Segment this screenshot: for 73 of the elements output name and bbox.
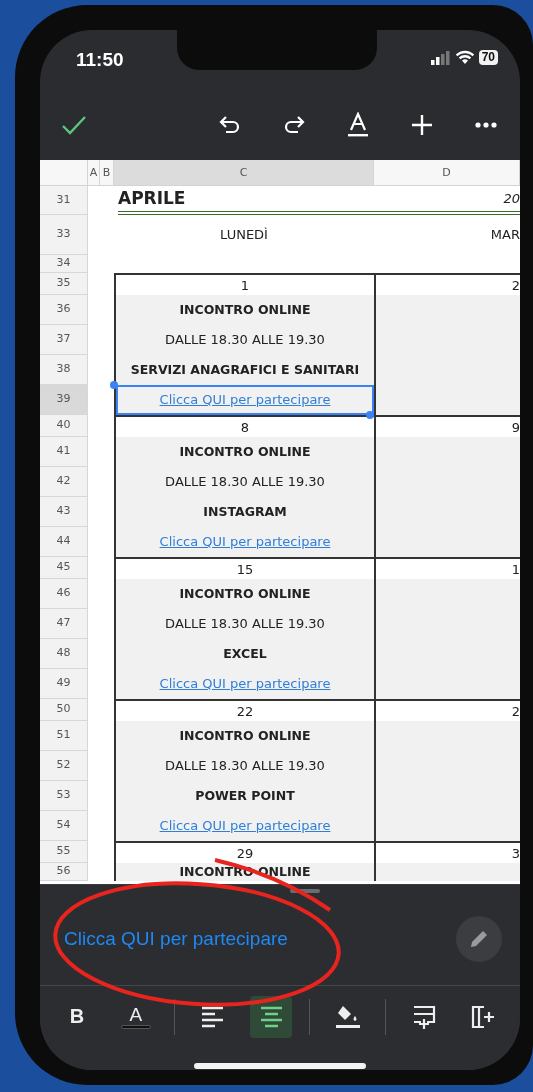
link-cell[interactable]: Clicca QUI per partecipare (114, 811, 374, 841)
link-cell[interactable]: Clicca QUI per partecipare (114, 669, 374, 699)
text-color-button[interactable]: A (114, 995, 157, 1038)
table-cell: 15 (114, 557, 374, 579)
table-cell: 22 (114, 699, 374, 721)
table-cell: DALLE 18.30 ALLE 19.30 (114, 609, 374, 639)
row-number[interactable]: 49 (40, 669, 88, 699)
column-header[interactable]: D (374, 160, 520, 185)
row-number[interactable]: 42 (40, 467, 88, 497)
row-number[interactable]: 40 (40, 415, 88, 437)
row-number[interactable]: 44 (40, 527, 88, 557)
table-cell: DALLE 18.30 ALLE 19.30 (114, 325, 374, 355)
row-number[interactable]: 56 (40, 863, 88, 881)
table-cell: 1 (114, 273, 374, 295)
row-number[interactable]: 36 (40, 295, 88, 325)
column-header[interactable]: C (114, 160, 374, 185)
row-number[interactable]: 31 (40, 186, 88, 215)
row-number[interactable]: 47 (40, 609, 88, 639)
table-cell: POWER POINT (114, 781, 374, 811)
table-cell: 8 (114, 415, 374, 437)
table-cell-text: MAR (489, 226, 520, 244)
row-number[interactable]: 34 (40, 255, 88, 273)
align-center-button[interactable] (250, 995, 293, 1038)
row-number[interactable]: 38 (40, 355, 88, 385)
row-number[interactable]: 37 (40, 325, 88, 355)
drag-handle[interactable] (290, 889, 320, 893)
row-number[interactable]: 43 (40, 497, 88, 527)
wifi-icon (454, 50, 475, 65)
table-cell: 2 (374, 273, 520, 295)
table-cell: INCONTRO ONLINE (114, 721, 374, 751)
table-cell: EXCEL (114, 639, 374, 669)
column-header[interactable]: A (88, 160, 100, 185)
table-cell: SERVIZI ANAGRAFICI E SANITARI (114, 355, 374, 385)
row-number[interactable]: 46 (40, 579, 88, 609)
row-number[interactable]: 33 (40, 215, 88, 255)
signal-icon (430, 50, 451, 65)
table-cell: 29 (114, 841, 374, 863)
row-number[interactable]: 55 (40, 841, 88, 863)
link-cell[interactable]: Clicca QUI per partecipare (114, 385, 374, 415)
table-cell: 2 (374, 699, 520, 721)
selection-handle[interactable] (366, 411, 374, 419)
link-cell[interactable]: Clicca QUI per partecipare (114, 527, 374, 557)
table-cell: INCONTRO ONLINE (114, 437, 374, 467)
status-time: 11:50 (76, 49, 124, 71)
row-number[interactable]: 41 (40, 437, 88, 467)
row-number[interactable]: 45 (40, 557, 88, 579)
cell-editor-text[interactable]: Clicca QUI per partecipare (64, 924, 288, 954)
row-number[interactable]: 54 (40, 811, 88, 841)
row-number[interactable]: 53 (40, 781, 88, 811)
selection-handle[interactable] (110, 381, 118, 389)
table-cell: 20 (378, 186, 520, 215)
table-cell: INSTAGRAM (114, 497, 374, 527)
table-cell-text: LUNEDÌ (219, 226, 269, 244)
table-cell: 9 (374, 415, 520, 437)
edit-icon (468, 928, 490, 950)
table-cell: INCONTRO ONLINE (114, 295, 374, 325)
table-cell: DALLE 18.30 ALLE 19.30 (114, 751, 374, 781)
battery-level: 70 (478, 50, 498, 65)
table-cell: 1 (374, 557, 520, 579)
row-number[interactable]: 50 (40, 699, 88, 721)
table-cell: INCONTRO ONLINE (114, 579, 374, 609)
table-cell: 3 (374, 841, 520, 863)
insert-row-icon (411, 1003, 438, 1030)
table-cell: DALLE 18.30 ALLE 19.30 (114, 467, 374, 497)
row-number[interactable]: 39 (40, 385, 88, 415)
row-number[interactable]: 52 (40, 751, 88, 781)
row-number[interactable]: 51 (40, 721, 88, 751)
row-number[interactable]: 48 (40, 639, 88, 669)
table-cell: APRILE (118, 186, 378, 215)
row-number[interactable]: 35 (40, 273, 88, 295)
edit-button[interactable] (456, 916, 502, 962)
insert-column-icon (469, 1003, 496, 1030)
bold-button[interactable]: B (56, 995, 98, 1038)
